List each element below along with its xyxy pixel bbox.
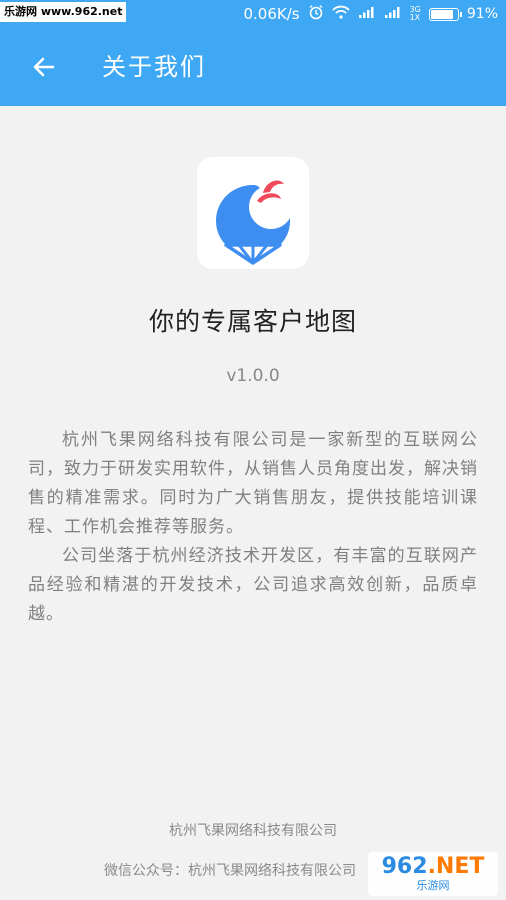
- watermark-logo-text: 962.NET: [381, 854, 485, 879]
- page-title: 关于我们: [102, 53, 206, 81]
- back-button[interactable]: [20, 44, 68, 90]
- network-speed: 0.06K/s: [243, 5, 300, 23]
- status-bar: 乐游网 www.962.net 0.06K/s 3G 1X 91%: [0, 0, 506, 28]
- watermark-top: 乐游网 www.962.net: [0, 2, 127, 22]
- battery-icon: [428, 7, 462, 21]
- map-pin-logo-icon: [216, 180, 290, 265]
- watermark-bottom: 962.NET 乐游网: [368, 852, 498, 896]
- app-name: 你的专属客户地图: [148, 307, 357, 336]
- signal-icon: [358, 5, 376, 23]
- app-version: v1.0.0: [226, 366, 280, 386]
- description-paragraph: 公司坐落于杭州经济技术开发区，有丰富的互联网产品经验和精湛的开发技术，公司追求高…: [28, 546, 478, 624]
- status-icons: 0.06K/s 3G 1X 91%: [243, 0, 498, 28]
- description-paragraph: 杭州飞果网络科技有限公司是一家新型的互联网公司，致力于研发实用软件，从销售人员角…: [28, 430, 478, 537]
- watermark-site-name: 乐游网: [416, 879, 450, 892]
- footer-company: 杭州飞果网络科技有限公司: [169, 823, 337, 839]
- arrow-left-icon: [33, 57, 55, 77]
- wifi-icon: [331, 5, 350, 23]
- company-description: 杭州飞果网络科技有限公司是一家新型的互联网公司，致力于研发实用软件，从销售人员角…: [28, 426, 478, 629]
- alarm-icon: [308, 4, 324, 24]
- footer-wechat: 微信公众号：杭州飞果网络科技有限公司: [104, 863, 356, 879]
- app-bar: 关于我们: [0, 28, 506, 106]
- signal-icon-2: [384, 5, 402, 23]
- app-logo: [197, 157, 309, 269]
- battery-percent: 91%: [466, 6, 498, 22]
- network-type: 3G 1X: [409, 5, 421, 22]
- battery-fill: [430, 9, 453, 19]
